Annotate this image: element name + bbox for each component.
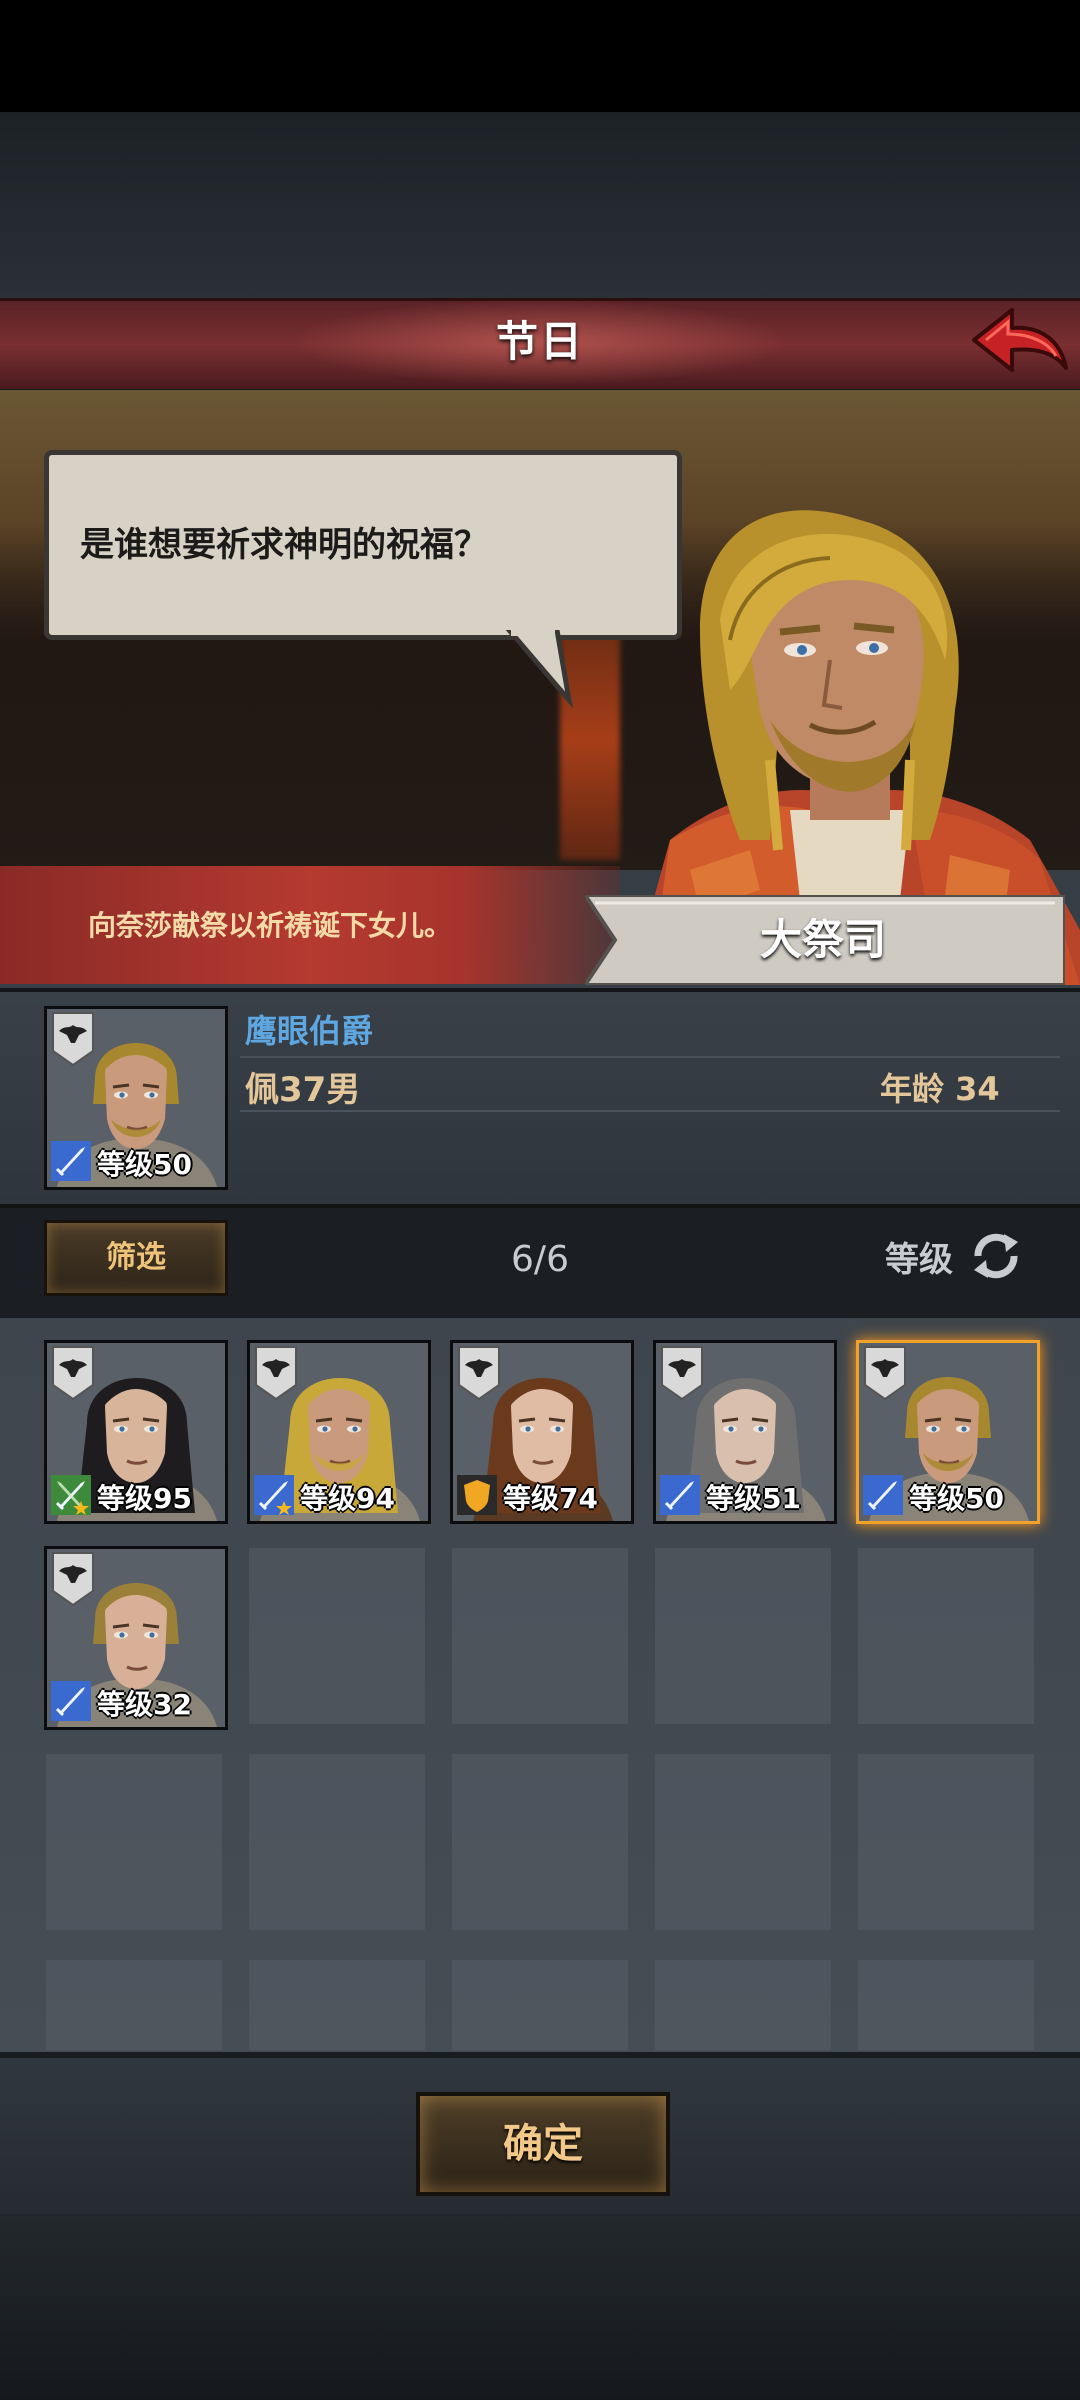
- crow-crest-icon: [52, 1346, 94, 1401]
- sort-label[interactable]: 等级: [885, 1232, 953, 1281]
- character-card[interactable]: 等级51: [653, 1340, 837, 1524]
- divider: [240, 1110, 1060, 1112]
- speech-bubble-tail: [505, 630, 573, 709]
- character-card[interactable]: 等级95: [44, 1340, 228, 1524]
- empty-slot: [655, 1754, 831, 1930]
- sword-class-icon: [51, 1681, 91, 1721]
- empty-slot: [249, 1548, 425, 1724]
- character-card[interactable]: 等级94: [247, 1340, 431, 1524]
- crow-crest-icon: [864, 1346, 906, 1401]
- character-card[interactable]: 等级32: [44, 1546, 228, 1730]
- sword-class-icon: [51, 1141, 91, 1181]
- empty-slot: [249, 1754, 425, 1930]
- crow-crest-icon: [458, 1346, 500, 1401]
- character-subtitle: 佩37男: [245, 1070, 361, 1110]
- level-label: 等级51: [706, 1482, 801, 1515]
- character-age: 年龄 34: [880, 1070, 1000, 1108]
- confirm-button-label[interactable]: 确定: [416, 2092, 670, 2196]
- empty-slot: [858, 1960, 1034, 2050]
- back-arrow-icon: [972, 308, 1068, 372]
- empty-slot: [46, 1960, 222, 2050]
- crow-crest-icon: [255, 1346, 297, 1401]
- refresh-sort-icon[interactable]: [968, 1228, 1024, 1284]
- empty-slot: [249, 1960, 425, 2050]
- filter-button-label[interactable]: 筛选: [44, 1220, 228, 1296]
- empty-slot: [452, 1960, 628, 2050]
- selected-portrait[interactable]: 等级50: [44, 1006, 228, 1190]
- divider: [240, 1056, 1060, 1058]
- sword-class-icon: [863, 1475, 903, 1515]
- sword-class-icon: [660, 1475, 700, 1515]
- level-label: 等级50: [909, 1482, 1004, 1515]
- npc-name: 大祭司: [760, 915, 887, 964]
- crow-crest-icon: [52, 1552, 94, 1607]
- empty-slot: [452, 1754, 628, 1930]
- empty-slot: [655, 1960, 831, 2050]
- level-label: 等级94: [300, 1482, 395, 1515]
- crow-crest-icon: [52, 1012, 94, 1067]
- level-label: 等级32: [97, 1688, 192, 1721]
- character-card[interactable]: 等级50: [856, 1340, 1040, 1524]
- empty-slot: [46, 1754, 222, 1930]
- speech-text: 是谁想要祈求神明的祝福？: [80, 525, 488, 565]
- bottom-nav-area: [0, 2214, 1080, 2400]
- empty-slot: [452, 1548, 628, 1724]
- page-title: 节日: [495, 317, 584, 366]
- empty-slot: [858, 1754, 1034, 1930]
- level-label: 等级50: [97, 1148, 192, 1181]
- top-status-bar: [0, 0, 1080, 112]
- empty-slot: [858, 1548, 1034, 1724]
- back-button[interactable]: [968, 302, 1072, 382]
- sword-class-icon: [254, 1475, 294, 1515]
- festival-description: 向奈莎献祭以祈祷诞下女儿。: [88, 909, 453, 942]
- character-name: 鹰眼伯爵: [245, 1012, 374, 1050]
- crow-crest-icon: [661, 1346, 703, 1401]
- character-count: 6/6: [511, 1239, 569, 1280]
- character-card[interactable]: 等级74: [450, 1340, 634, 1524]
- level-label: 等级74: [503, 1482, 598, 1515]
- empty-slot: [655, 1548, 831, 1724]
- sword-class-icon: [51, 1475, 91, 1515]
- upper-dark-area: [0, 112, 1080, 298]
- level-label: 等级95: [97, 1482, 192, 1515]
- shield-class-icon: [457, 1475, 497, 1515]
